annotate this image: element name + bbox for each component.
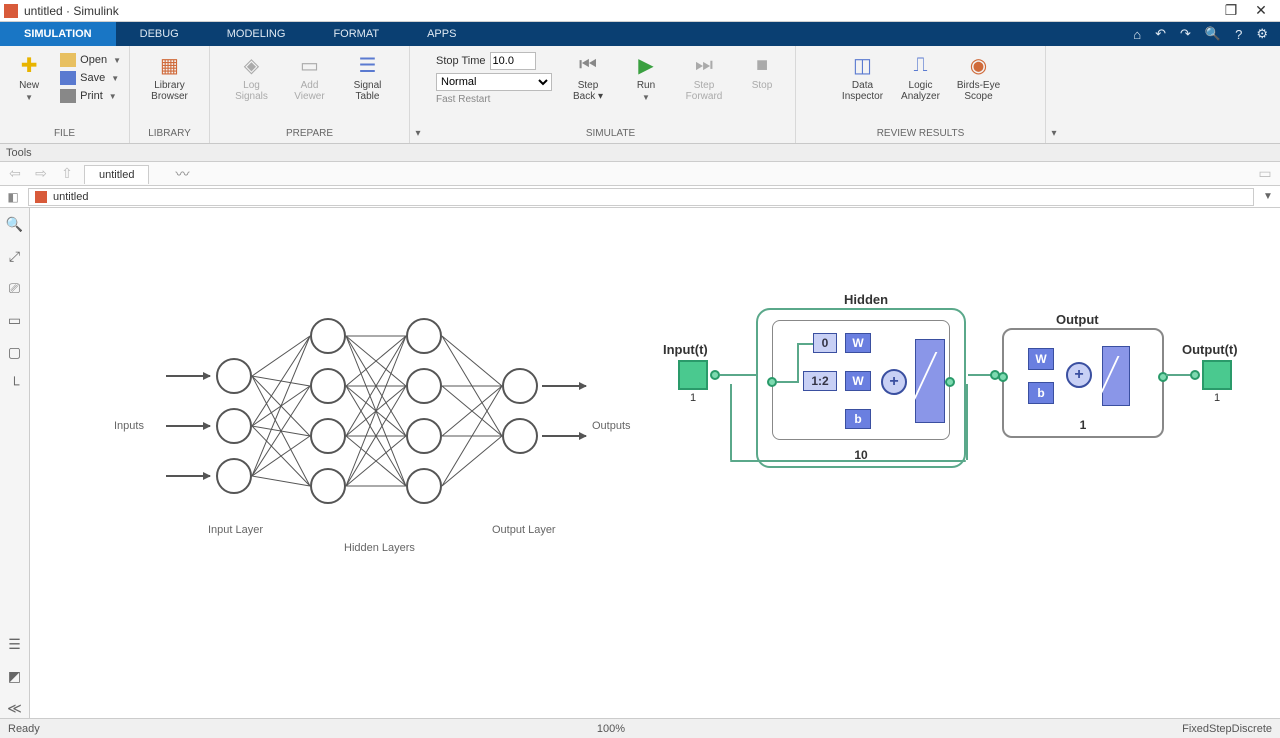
step-back-button[interactable]: ⏮Step Back ▾ [562, 48, 614, 106]
birds-eye-scope-button[interactable]: ◉Birds-Eye Scope [953, 48, 1005, 106]
model-tab[interactable]: untitled [84, 165, 149, 184]
model-icon [35, 191, 47, 203]
canvas-toolbar: 🔍 ⤢ ⎚ ▭ ▢ └ ☰ ◩ ≪ [0, 208, 30, 718]
stop-button[interactable]: ■Stop [736, 48, 788, 95]
nav-back-icon[interactable]: ⇦ [6, 165, 24, 182]
sum-out[interactable]: + [1066, 362, 1092, 388]
area-icon[interactable]: ▭ [5, 310, 25, 330]
sum-hidden[interactable]: + [881, 369, 907, 395]
layout-icon[interactable]: ▭ [1256, 165, 1274, 182]
open-button[interactable]: Open▼ [58, 52, 123, 68]
transfer-out[interactable] [1102, 346, 1130, 406]
nav-fwd-icon[interactable]: ⇨ [32, 165, 50, 182]
fast-restart-button[interactable]: Fast Restart [436, 94, 552, 105]
neural-net-diagram[interactable]: Inputs Outputs Input Layer Hidden Layers… [110, 308, 650, 548]
tab-modeling[interactable]: MODELING [203, 22, 310, 46]
library-browser-button[interactable]: ▦ Library Browser [144, 48, 196, 106]
stop-time-label: Stop Time [436, 55, 486, 67]
breadcrumb-dropdown-icon[interactable]: ▼ [1260, 191, 1276, 202]
tab-format[interactable]: FORMAT [309, 22, 403, 46]
hidden-block-label: Hidden [844, 292, 888, 307]
hidden-subsystem[interactable]: 0 W 1:2 W b + 10 [756, 308, 966, 468]
zoom-tool-icon[interactable]: 🔍 [5, 214, 25, 234]
input-block-label: Input(t) [663, 342, 708, 357]
weight-out[interactable]: W [1028, 348, 1054, 370]
tab-debug[interactable]: DEBUG [116, 22, 203, 46]
explorer-icon[interactable]: ◩ [5, 666, 25, 686]
group-file-label: FILE [6, 126, 123, 141]
breadcrumb[interactable]: untitled [28, 188, 1254, 206]
model-nav-bar: ⇦ ⇨ ⇧ untitled 〰 ▭ [0, 162, 1280, 186]
path-bar: ◧ untitled ▼ [0, 186, 1280, 208]
log-signals-button[interactable]: ◈Log Signals [226, 48, 278, 106]
bias-out[interactable]: b [1028, 382, 1054, 404]
gear-icon[interactable]: ⚙ [1256, 26, 1268, 42]
model-canvas[interactable]: Inputs Outputs Input Layer Hidden Layers… [30, 208, 1280, 718]
input-port-block[interactable]: 1 [678, 360, 708, 390]
review-expander-icon[interactable]: ▾ [1046, 46, 1062, 143]
logic-analyzer-button[interactable]: ⎍Logic Analyzer [895, 48, 947, 106]
signature-icon: 〰 [175, 164, 189, 184]
print-button[interactable]: Print▼ [58, 88, 123, 104]
ribbon-tab-strip: SIMULATION DEBUG MODELING FORMAT APPS ⌂ … [0, 22, 1280, 46]
transfer-hidden[interactable] [915, 339, 945, 423]
app-icon [4, 4, 18, 18]
step-forward-button[interactable]: ⏭Step Forward [678, 48, 730, 106]
status-ready: Ready [8, 723, 40, 735]
new-button[interactable]: ✚ New ▼ [6, 48, 52, 106]
weight-0[interactable]: W [845, 333, 871, 353]
data-inspector-button[interactable]: ◫Data Inspector [837, 48, 889, 106]
add-viewer-button[interactable]: ▭Add Viewer [284, 48, 336, 106]
tab-simulation[interactable]: SIMULATION [0, 22, 116, 46]
props-icon[interactable]: ☰ [5, 634, 25, 654]
signal-table-button[interactable]: ☰Signal Table [342, 48, 394, 106]
delay-12[interactable]: 1:2 [803, 371, 837, 391]
help-icon[interactable]: ? [1235, 27, 1242, 42]
nav-up-icon[interactable]: ⇧ [58, 165, 76, 182]
save-button[interactable]: Save▼ [58, 70, 123, 86]
model-browser-toggle-icon[interactable]: ◧ [4, 190, 22, 204]
output-port-block[interactable]: 1 [1202, 360, 1232, 390]
output-subsystem[interactable]: W b + 1 [1002, 328, 1164, 438]
prepare-expander-icon[interactable]: ▾ [410, 46, 426, 143]
undo-icon[interactable]: ↶ [1155, 26, 1166, 42]
sim-mode-select[interactable]: Normal [436, 73, 552, 91]
run-button[interactable]: ▶Run▼ [620, 48, 672, 106]
output-block-label: Output [1056, 312, 1099, 327]
stop-time-input[interactable] [490, 52, 536, 70]
close-icon[interactable]: ✕ [1246, 2, 1276, 19]
status-solver[interactable]: FixedStepDiscrete [1182, 723, 1272, 735]
refresh-icon[interactable]: ≪ [5, 698, 25, 718]
weight-1[interactable]: W [845, 371, 871, 391]
image-icon[interactable]: ▢ [5, 342, 25, 362]
restore-down-icon[interactable]: ❐ [1216, 2, 1246, 19]
quick-access-toolbar: ⌂ ↶ ↷ 🔍 ? ⚙ [1133, 22, 1280, 46]
line-icon[interactable]: └ [5, 374, 25, 394]
ribbon: ✚ New ▼ Open▼ Save▼ Print▼ FILE ▦ Librar… [0, 46, 1280, 144]
delay-0[interactable]: 0 [813, 333, 837, 353]
tab-apps[interactable]: APPS [403, 22, 480, 46]
status-zoom[interactable]: 100% [597, 723, 625, 735]
search-icon[interactable]: 🔍 [1205, 26, 1221, 42]
tools-bar: Tools [0, 144, 1280, 162]
redo-icon[interactable]: ↷ [1180, 26, 1191, 42]
bias-hidden[interactable]: b [845, 409, 871, 429]
title-bar: untitled · Simulink ❐ ✕ [0, 0, 1280, 22]
fit-view-icon[interactable]: ⤢ [5, 246, 25, 266]
window-title: untitled · Simulink [24, 4, 1216, 18]
annotation-icon[interactable]: ⎚ [5, 278, 25, 298]
status-bar: Ready 100% FixedStepDiscrete [0, 718, 1280, 738]
output-port-label: Output(t) [1182, 342, 1238, 357]
home-icon[interactable]: ⌂ [1133, 27, 1141, 42]
